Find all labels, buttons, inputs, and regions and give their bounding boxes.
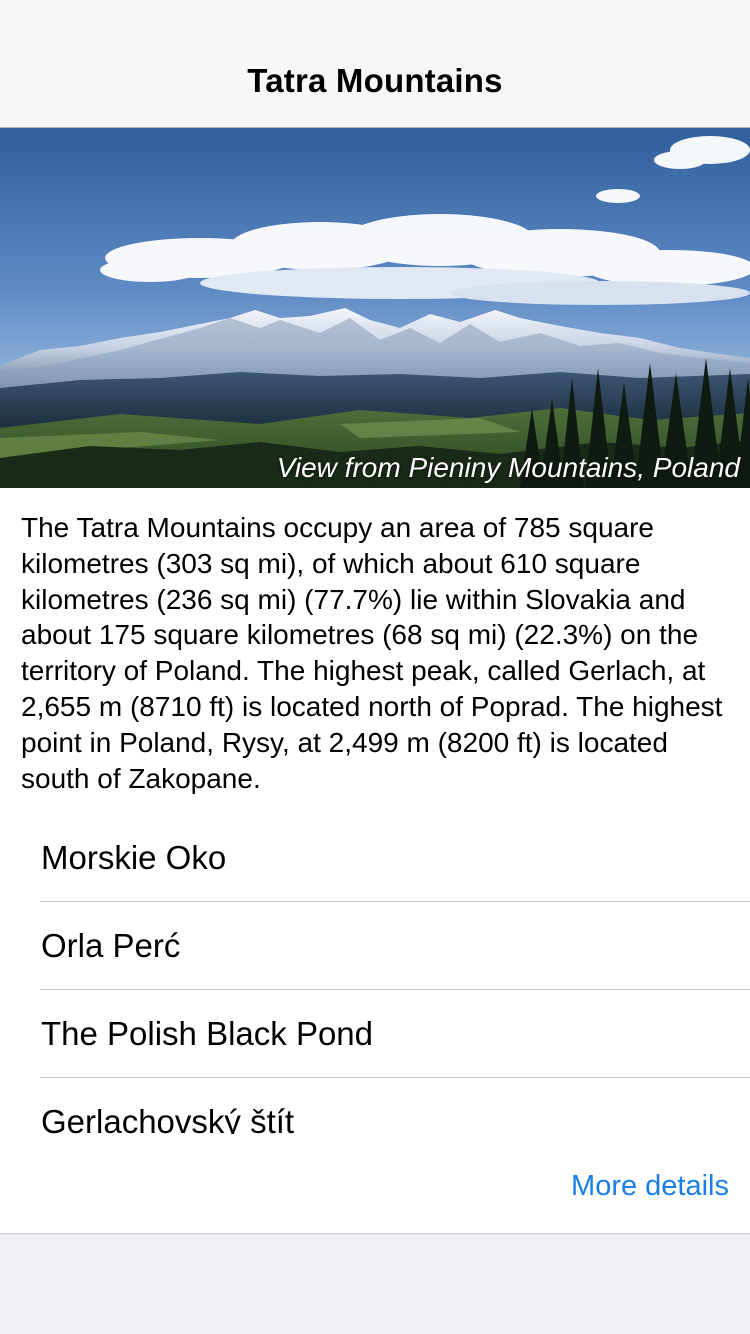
list-item-gerlachovsky-stit[interactable]: Gerlachovský štít	[0, 1078, 750, 1134]
places-list: Morskie Oko Orla Perć The Polish Black P…	[0, 814, 750, 1134]
list-item-label: Morskie Oko	[41, 839, 227, 876]
list-item-morskie-oko[interactable]: Morskie Oko	[0, 814, 750, 902]
list-item-label: The Polish Black Pond	[41, 1015, 374, 1052]
list-item-label: Gerlachovský štít	[41, 1103, 295, 1134]
description-text: The Tatra Mountains occupy an area of 78…	[21, 512, 723, 794]
list-item-label: Orla Perć	[41, 927, 181, 964]
page-title: Tatra Mountains	[247, 62, 503, 99]
photo-caption: View from Pieniny Mountains, Poland	[276, 452, 740, 483]
content-card: The Tatra Mountains occupy an area of 78…	[0, 488, 750, 1234]
more-details-link[interactable]: More details	[571, 1170, 729, 1203]
list-item-polish-black-pond[interactable]: The Polish Black Pond	[0, 990, 750, 1078]
hero-photo: View from Pieniny Mountains, Poland	[0, 128, 750, 488]
navigation-bar: Tatra Mountains	[0, 0, 750, 128]
mountain-landscape-image	[0, 128, 750, 488]
list-item-orla-perc[interactable]: Orla Perć	[0, 902, 750, 990]
